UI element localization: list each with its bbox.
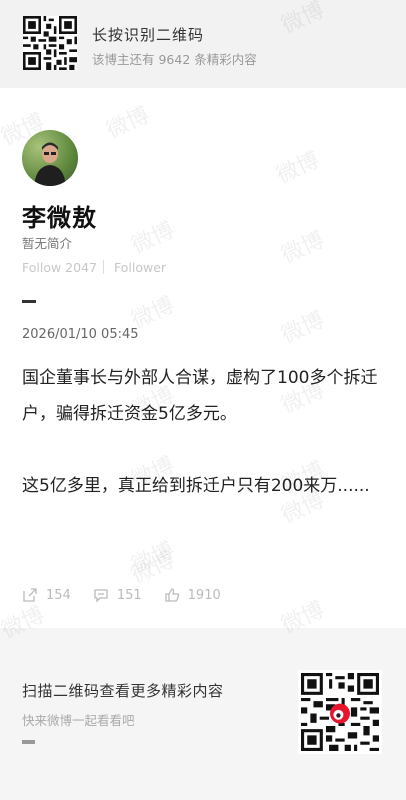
post-marker [22,300,36,303]
follower-count[interactable]: Follower [114,260,166,275]
share-count: 154 [46,587,71,603]
banner-subtitle: 该博主还有 9642 条精彩内容 [92,52,257,67]
comment-count: 151 [116,587,142,603]
share-icon [23,588,37,602]
post-text: 国企董事长与外部人合谋，虚构了100多个拆迁户，骗得拆迁资金5亿多元。 这5亿多… [22,368,378,496]
footer-qr-code-icon[interactable] [298,670,382,754]
avatar[interactable] [22,130,78,186]
footer-marker [22,740,35,744]
footer-subtitle: 快来微博一起看看吧 [22,713,135,728]
username[interactable]: 李微敖 [22,198,97,233]
footer-title: 扫描二维码查看更多精彩内容 [22,682,224,700]
share-button[interactable]: 154 [22,587,71,603]
bio: 暂无简介 [22,236,73,251]
like-button[interactable]: 1910 [164,587,221,603]
comment-icon [94,589,108,603]
follow-count[interactable]: Follow 2047 [22,260,97,275]
follow-separator [103,260,104,274]
action-bar: 154 151 1910 [22,585,243,605]
banner-title: 长按识别二维码 [92,26,205,44]
comment-button[interactable]: 151 [93,587,142,603]
like-count: 1910 [187,587,221,603]
post-date: 2026/01/10 05:45 [22,327,139,342]
thumbs-up-icon [165,588,179,602]
top-qr-code-icon[interactable] [23,16,77,70]
